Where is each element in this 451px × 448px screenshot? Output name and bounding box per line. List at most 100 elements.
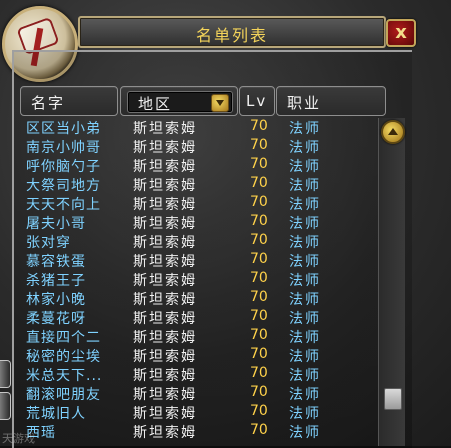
player-class: 法师 [289,235,321,251]
list-item[interactable]: 慕容铁蛋 斯坦索姆 70 法师 [26,251,366,270]
list-item[interactable]: 屠夫小哥 斯坦索姆 70 法师 [26,213,366,232]
player-name: 杀猪王子 [26,273,86,289]
player-zone: 斯坦索姆 [133,273,197,289]
list-item[interactable]: 米总天下... 斯坦索姆 70 法师 [26,365,366,384]
column-header-class-label: 职业 [287,94,322,112]
player-zone: 斯坦索姆 [133,121,197,137]
player-class: 法师 [289,349,321,365]
player-level: 70 [250,194,268,210]
player-name: 慕容铁蛋 [26,254,86,270]
player-name: 秘密的尘埃 [26,349,101,365]
list-item[interactable]: 翻滚吧朋友 斯坦索姆 70 法师 [26,384,366,403]
player-zone: 斯坦索姆 [133,425,197,441]
player-zone: 斯坦索姆 [133,159,197,175]
player-level: 70 [250,270,268,286]
scroll-up-arrow-icon[interactable] [381,120,405,144]
player-class: 法师 [289,197,321,213]
player-class: 法师 [289,178,321,194]
player-class: 法师 [289,425,321,441]
player-level: 70 [250,308,268,324]
player-class: 法师 [289,159,321,175]
list-item[interactable]: 呼你脑勺子 斯坦索姆 70 法师 [26,156,366,175]
column-header-level[interactable]: Lv [239,86,275,116]
player-class: 法师 [289,140,321,156]
list-scrollbar[interactable] [378,118,405,446]
player-name: 屠夫小哥 [26,216,86,232]
column-header-class[interactable]: 职业 [276,86,386,116]
player-zone: 斯坦索姆 [133,406,197,422]
player-class: 法师 [289,368,321,384]
player-zone: 斯坦索姆 [133,349,197,365]
watermark: 天游戏 [2,432,35,445]
dropdown-arrow-icon[interactable] [211,94,229,112]
list-item[interactable]: 张对穿 斯坦索姆 70 法师 [26,232,366,251]
window-title: 名单列表 [195,26,268,45]
player-level: 70 [250,346,268,362]
player-name: 南京小帅哥 [26,140,101,156]
list-item[interactable]: 杀猪王子 斯坦索姆 70 法师 [26,270,366,289]
player-name: 西瑶 [26,425,56,441]
player-level: 70 [250,327,268,343]
list-item[interactable]: 区区当小弟 斯坦索姆 70 法师 [26,118,366,137]
player-name: 林家小晚 [26,292,86,308]
player-class: 法师 [289,406,321,422]
player-zone: 斯坦索姆 [133,254,197,270]
list-item[interactable]: 大祭司地方 斯坦索姆 70 法师 [26,175,366,194]
player-name: 柔蔓花呀 [26,311,86,327]
player-level: 70 [250,384,268,400]
player-zone: 斯坦索姆 [133,292,197,308]
player-class: 法师 [289,311,321,327]
player-class: 法师 [289,254,321,270]
player-zone: 斯坦索姆 [133,368,197,384]
column-header-zone: 地区 [120,86,238,116]
player-name: 翻滚吧朋友 [26,387,101,403]
player-zone: 斯坦索姆 [133,197,197,213]
player-class: 法师 [289,387,321,403]
player-class: 法师 [289,216,321,232]
list-item[interactable]: 柔蔓花呀 斯坦索姆 70 法师 [26,308,366,327]
who-list-window: 名单列表 x 名字 地区 Lv 职业 区区当小弟 斯坦索姆 70 法师 南京小帅… [0,0,451,448]
player-zone: 斯坦索姆 [133,140,197,156]
player-level: 70 [250,251,268,267]
list-item[interactable]: 直接四个二 斯坦索姆 70 法师 [26,327,366,346]
player-zone: 斯坦索姆 [133,178,197,194]
player-class: 法师 [289,292,321,308]
column-header-name[interactable]: 名字 [20,86,118,116]
player-zone: 斯坦索姆 [133,235,197,251]
player-level: 70 [250,422,268,438]
player-name: 荒城旧人 [26,406,86,422]
player-name: 米总天下... [26,368,103,384]
player-level: 70 [250,175,268,191]
player-level: 70 [250,289,268,305]
player-name: 大祭司地方 [26,178,101,194]
player-zone: 斯坦索姆 [133,311,197,327]
close-button[interactable]: x [386,19,416,47]
player-name: 张对穿 [26,235,71,251]
player-name: 呼你脑勺子 [26,159,101,175]
player-level: 70 [250,403,268,419]
player-level: 70 [250,137,268,153]
list-item[interactable]: 南京小帅哥 斯坦索姆 70 法师 [26,137,366,156]
player-class: 法师 [289,330,321,346]
player-level: 70 [250,365,268,381]
title-bar: 名单列表 [78,16,386,48]
scroll-thumb[interactable] [384,388,402,410]
column-header-name-label: 名字 [31,94,66,112]
zone-dropdown-label: 地区 [138,95,173,113]
player-level: 70 [250,232,268,248]
list-item[interactable]: 天天不向上 斯坦索姆 70 法师 [26,194,366,213]
player-list: 区区当小弟 斯坦索姆 70 法师 南京小帅哥 斯坦索姆 70 法师 呼你脑勺子 … [26,118,366,446]
close-icon: x [395,22,407,43]
list-item[interactable]: 西瑶 斯坦索姆 70 法师 [26,422,366,441]
list-item[interactable]: 秘密的尘埃 斯坦索姆 70 法师 [26,346,366,365]
left-edge-control[interactable] [0,360,11,388]
player-level: 70 [250,213,268,229]
list-item[interactable]: 荒城旧人 斯坦索姆 70 法师 [26,403,366,422]
player-name: 直接四个二 [26,330,101,346]
column-header-level-label: Lv [246,92,268,110]
zone-dropdown[interactable]: 地区 [127,91,233,113]
player-class: 法师 [289,121,321,137]
player-zone: 斯坦索姆 [133,330,197,346]
list-item[interactable]: 林家小晚 斯坦索姆 70 法师 [26,289,366,308]
left-edge-control[interactable] [0,392,11,420]
